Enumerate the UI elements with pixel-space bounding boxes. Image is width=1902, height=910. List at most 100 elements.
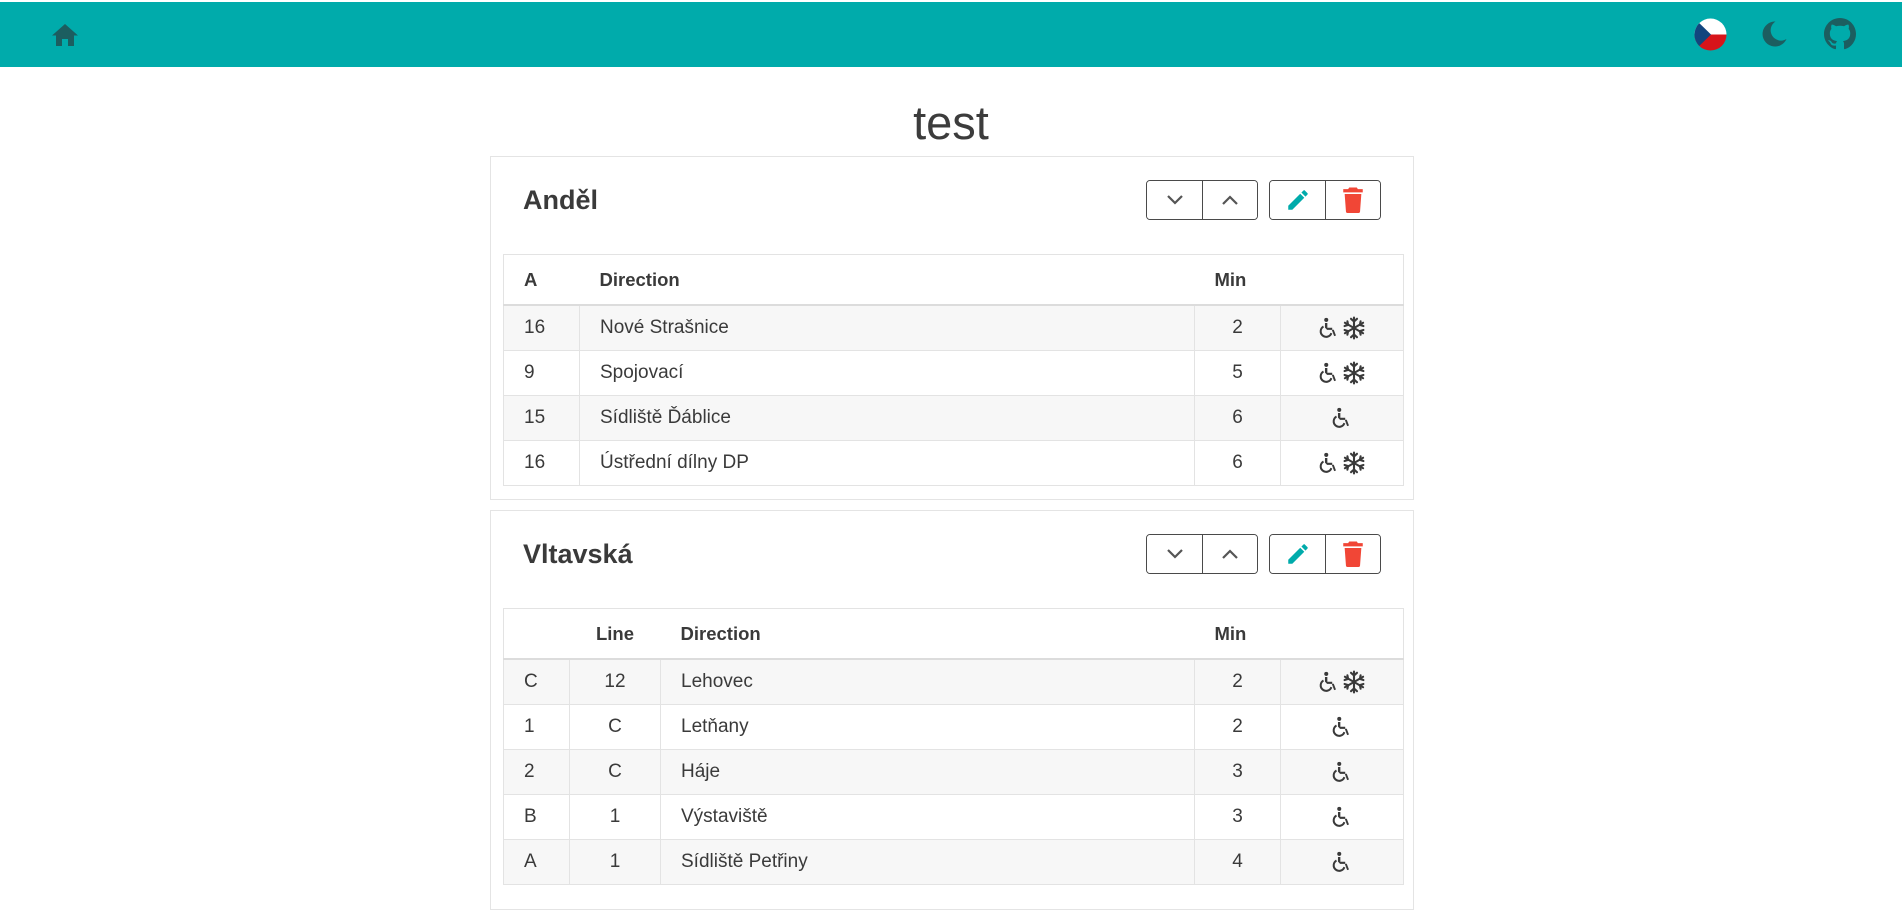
departures-table: A Direction Min 16 Nové Strašnice 2 9 Sp… — [503, 254, 1404, 486]
minutes-cell: 3 — [1194, 748, 1281, 795]
table-row: 9 Spojovací 5 — [503, 349, 1404, 396]
delete-button[interactable] — [1325, 535, 1380, 573]
edit-button[interactable] — [1270, 181, 1325, 219]
wheelchair-icon — [1331, 406, 1353, 430]
wheelchair-icon — [1318, 451, 1340, 475]
platform-cell: C — [503, 658, 570, 705]
table-row: 1 C Letňany 2 — [503, 703, 1404, 750]
features-cell — [1280, 439, 1404, 486]
reorder-button-group — [1146, 534, 1258, 574]
direction-cell: Spojovací — [579, 349, 1195, 396]
features-cell — [1280, 304, 1404, 351]
wheelchair-icon — [1331, 805, 1353, 829]
direction-cell: Výstaviště — [660, 793, 1195, 840]
direction-cell: Háje — [660, 748, 1195, 795]
table-row: 16 Ústřední dílny DP 6 — [503, 439, 1404, 486]
wheelchair-icon — [1318, 670, 1340, 694]
platform-cell: 9 — [503, 349, 580, 396]
wheelchair-icon — [1331, 760, 1353, 784]
platform-cell: 16 — [503, 304, 580, 351]
line-cell: 12 — [569, 658, 661, 705]
move-down-button[interactable] — [1147, 535, 1202, 573]
chevron-up-icon — [1222, 195, 1238, 205]
stop-card-vltavska: Vltavská Line Direction Min C 12 Lehovec… — [490, 510, 1414, 910]
line-cell: C — [569, 748, 661, 795]
snowflake-icon — [1342, 361, 1366, 385]
table-header-row: A Direction Min — [503, 254, 1404, 306]
platform-cell: 15 — [503, 394, 580, 441]
table-row: C 12 Lehovec 2 — [503, 658, 1404, 705]
platform-cell: 1 — [503, 703, 570, 750]
features-cell — [1280, 349, 1404, 396]
wheelchair-icon — [1318, 316, 1340, 340]
chevron-down-icon — [1166, 549, 1183, 559]
trash-icon — [1343, 541, 1363, 567]
minutes-cell: 2 — [1194, 304, 1281, 351]
departures-table: Line Direction Min C 12 Lehovec 2 1 C Le… — [503, 608, 1404, 885]
platform-cell: 2 — [503, 748, 570, 795]
chevron-down-icon — [1166, 195, 1183, 205]
wheelchair-icon — [1331, 850, 1353, 874]
stop-title: Anděl — [523, 185, 599, 215]
direction-cell: Letňany — [660, 703, 1195, 750]
column-header-platform — [503, 608, 570, 660]
move-up-button[interactable] — [1202, 535, 1257, 573]
minutes-cell: 5 — [1194, 349, 1281, 396]
table-row: B 1 Výstaviště 3 — [503, 793, 1404, 840]
features-cell — [1280, 394, 1404, 441]
direction-cell: Sídliště Ďáblice — [579, 394, 1195, 441]
edit-delete-button-group — [1269, 180, 1381, 220]
minutes-cell: 2 — [1194, 658, 1281, 705]
minutes-cell: 6 — [1194, 394, 1281, 441]
table-row: A 1 Sídliště Petřiny 4 — [503, 838, 1404, 885]
column-header-min: Min — [1194, 254, 1281, 306]
snowflake-icon — [1342, 316, 1366, 340]
delete-button[interactable] — [1325, 181, 1380, 219]
column-header-line: Line — [569, 608, 661, 660]
move-down-button[interactable] — [1147, 181, 1202, 219]
column-header-platform: A — [503, 254, 580, 306]
table-row: 16 Nové Strašnice 2 — [503, 304, 1404, 351]
stop-title: Vltavská — [523, 539, 633, 569]
minutes-cell: 6 — [1194, 439, 1281, 486]
moon-icon[interactable] — [1760, 20, 1788, 48]
column-header-features — [1280, 608, 1404, 660]
direction-cell: Nové Strašnice — [579, 304, 1195, 351]
snowflake-icon — [1342, 451, 1366, 475]
line-cell: C — [569, 703, 661, 750]
features-cell — [1280, 658, 1404, 705]
column-header-min: Min — [1194, 608, 1281, 660]
minutes-cell: 4 — [1194, 838, 1281, 885]
table-header-row: Line Direction Min — [503, 608, 1404, 660]
platform-cell: B — [503, 793, 570, 840]
move-up-button[interactable] — [1202, 181, 1257, 219]
line-cell: 1 — [569, 838, 661, 885]
chevron-up-icon — [1222, 549, 1238, 559]
home-icon[interactable] — [51, 22, 79, 48]
pencil-icon — [1287, 190, 1308, 210]
direction-cell: Lehovec — [660, 658, 1195, 705]
github-icon[interactable] — [1824, 18, 1856, 50]
direction-cell: Sídliště Petřiny — [660, 838, 1195, 885]
table-row: 15 Sídliště Ďáblice 6 — [503, 394, 1404, 441]
edit-delete-button-group — [1269, 534, 1381, 574]
line-cell: 1 — [569, 793, 661, 840]
column-header-direction: Direction — [660, 608, 1195, 660]
minutes-cell: 3 — [1194, 793, 1281, 840]
features-cell — [1280, 838, 1404, 885]
czech-flag-icon[interactable] — [1694, 18, 1727, 51]
features-cell — [1280, 793, 1404, 840]
wheelchair-icon — [1318, 361, 1340, 385]
edit-button[interactable] — [1270, 535, 1325, 573]
minutes-cell: 2 — [1194, 703, 1281, 750]
table-row: 2 C Háje 3 — [503, 748, 1404, 795]
features-cell — [1280, 748, 1404, 795]
column-header-features — [1280, 254, 1404, 306]
page-title: test — [913, 96, 989, 149]
features-cell — [1280, 703, 1404, 750]
stop-card-andel: Anděl A Direction Min 16 Nové Strašnice … — [490, 156, 1414, 500]
reorder-button-group — [1146, 180, 1258, 220]
trash-icon — [1343, 187, 1363, 213]
wheelchair-icon — [1331, 715, 1353, 739]
column-header-direction: Direction — [579, 254, 1195, 306]
